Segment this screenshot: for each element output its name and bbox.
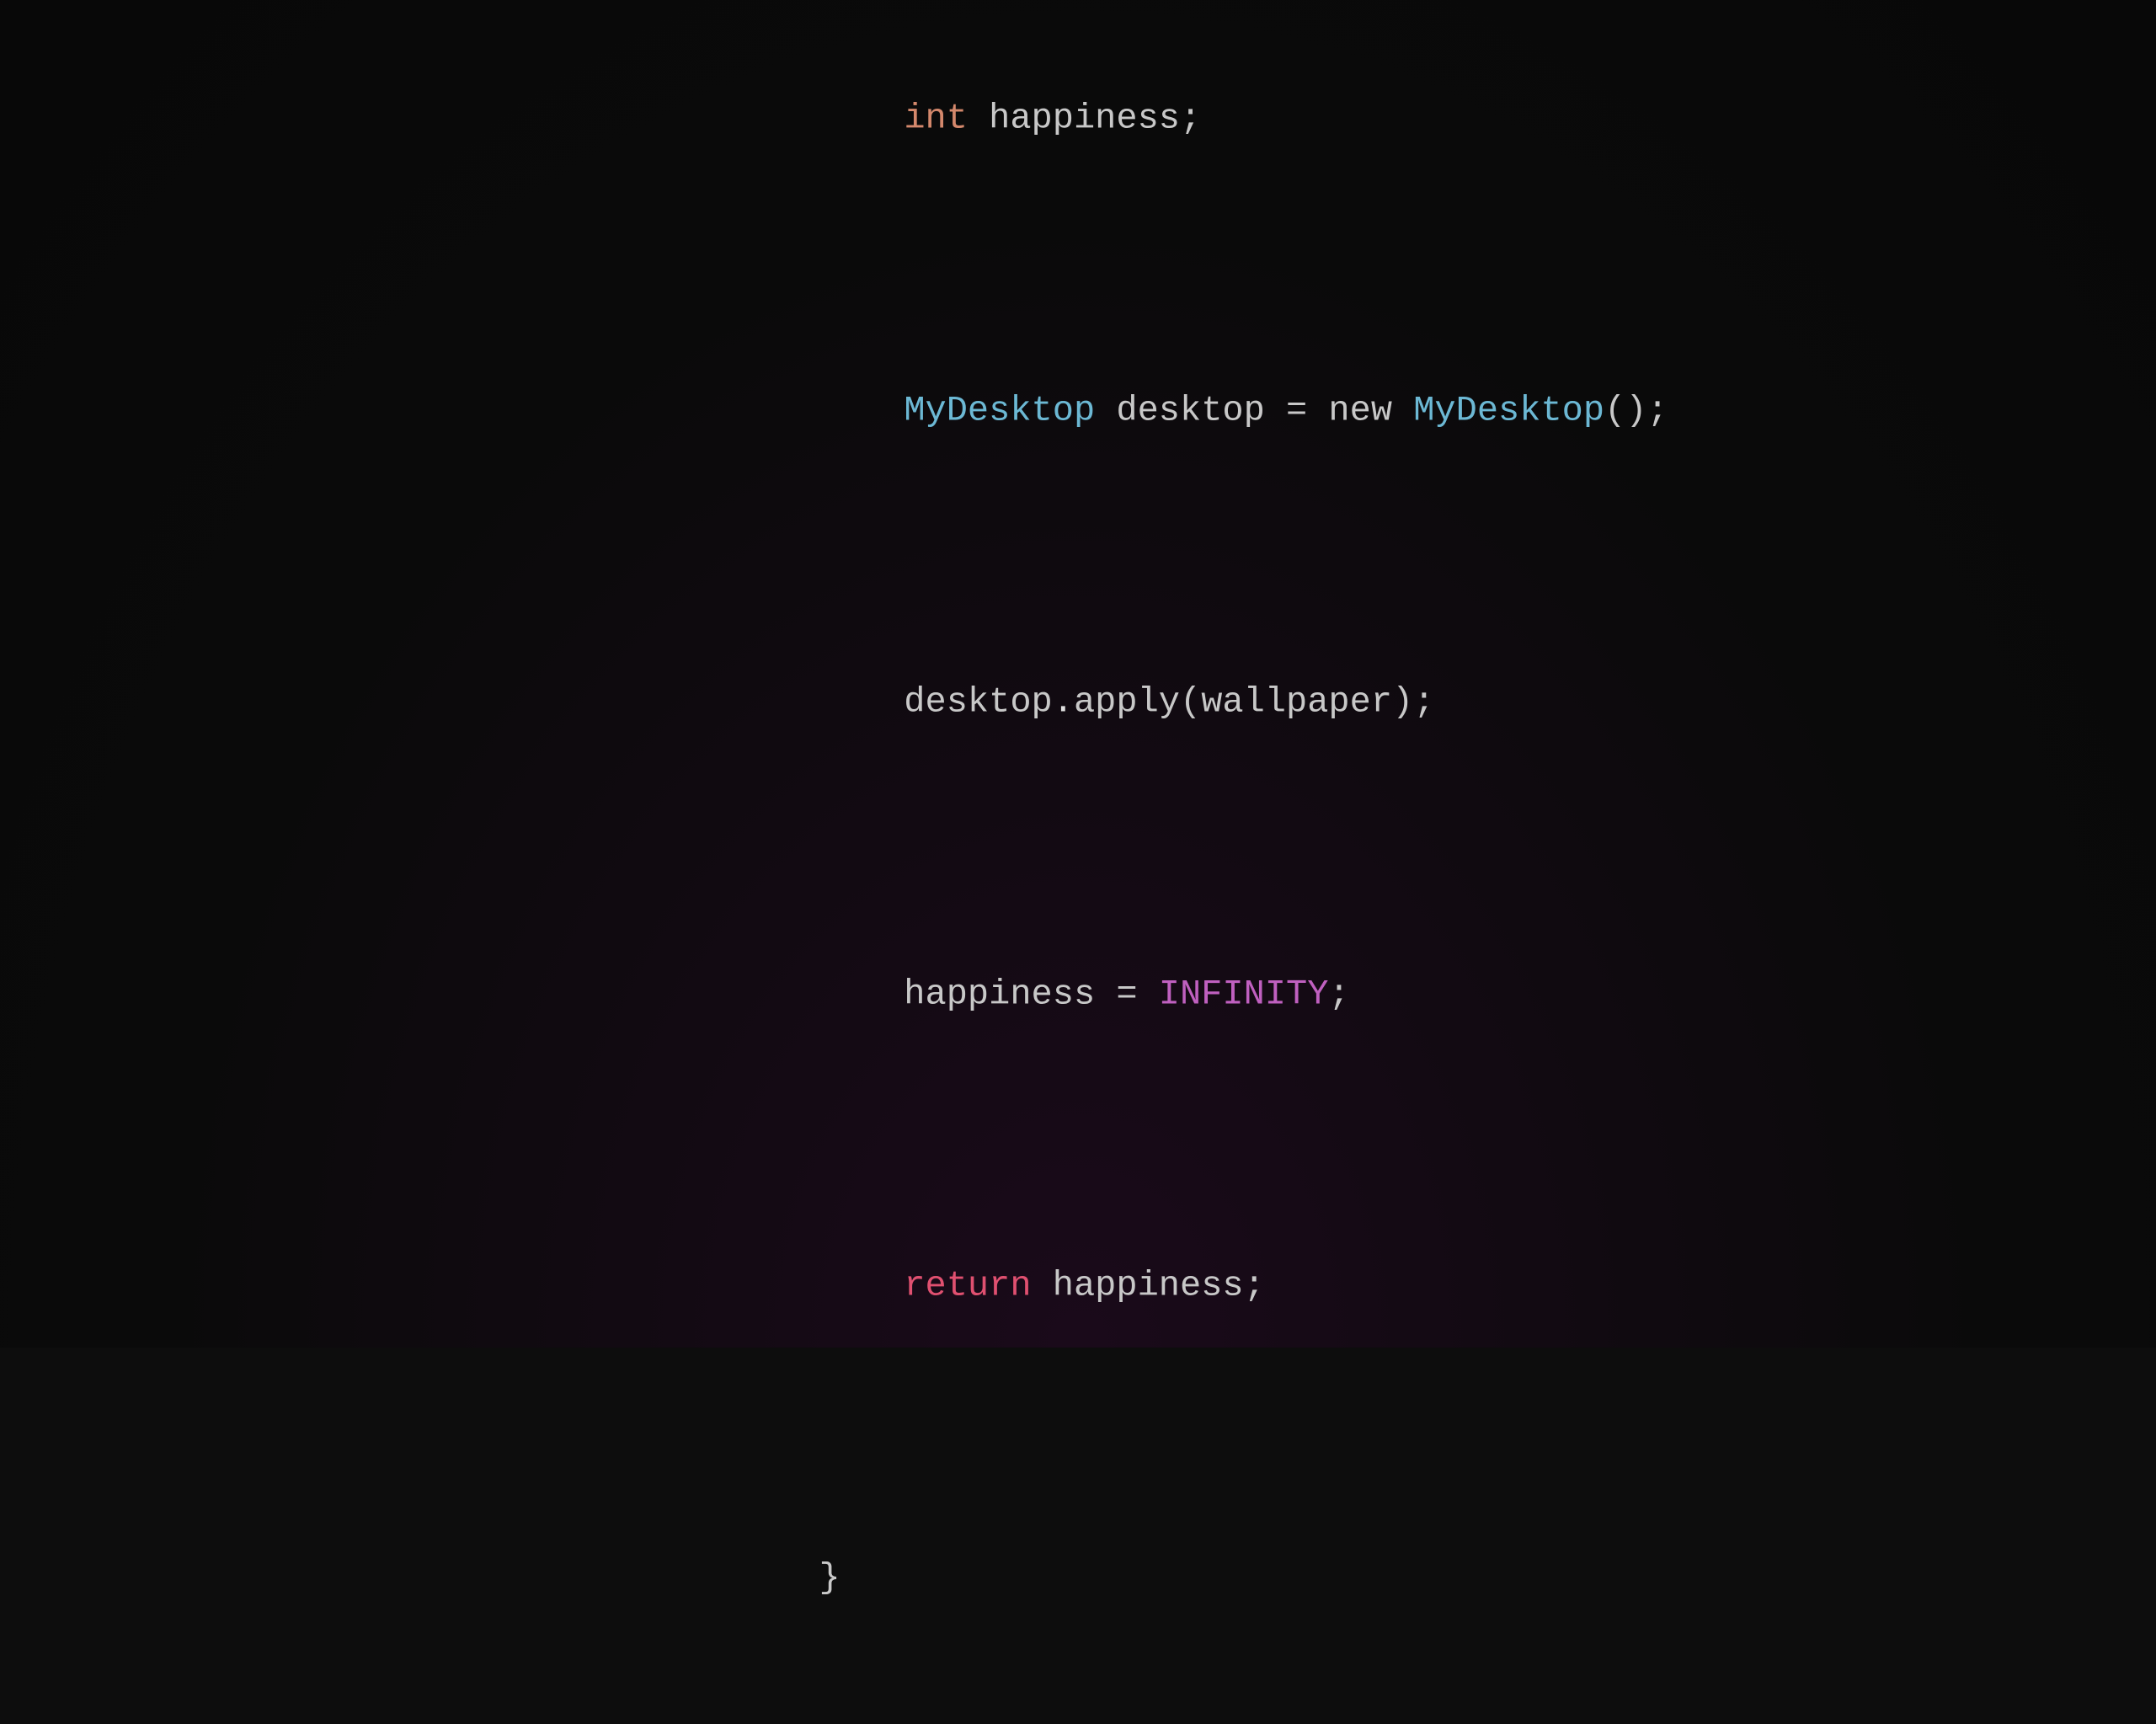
- keyword-int-decl: int: [904, 99, 968, 139]
- type-mydesktop-1: MyDesktop: [904, 391, 1095, 431]
- code-block: private static int updateDesktop(Image w…: [734, 0, 1881, 1724]
- keyword-return: return: [904, 1266, 1031, 1306]
- code-line-7: }: [734, 1491, 1881, 1666]
- code-line-6: return happiness;: [734, 1199, 1881, 1374]
- dot-operator: .: [1053, 682, 1074, 723]
- code-line-3: MyDesktop desktop = new MyDesktop();: [734, 323, 1881, 499]
- code-line-4: desktop.apply(wallpaper);: [734, 616, 1881, 791]
- type-mydesktop-2: MyDesktop: [1413, 391, 1604, 431]
- code-line-5: happiness = INFINITY;: [734, 907, 1881, 1082]
- value-infinity: INFINITY: [1159, 974, 1329, 1014]
- code-line-2: int happiness;: [734, 32, 1881, 207]
